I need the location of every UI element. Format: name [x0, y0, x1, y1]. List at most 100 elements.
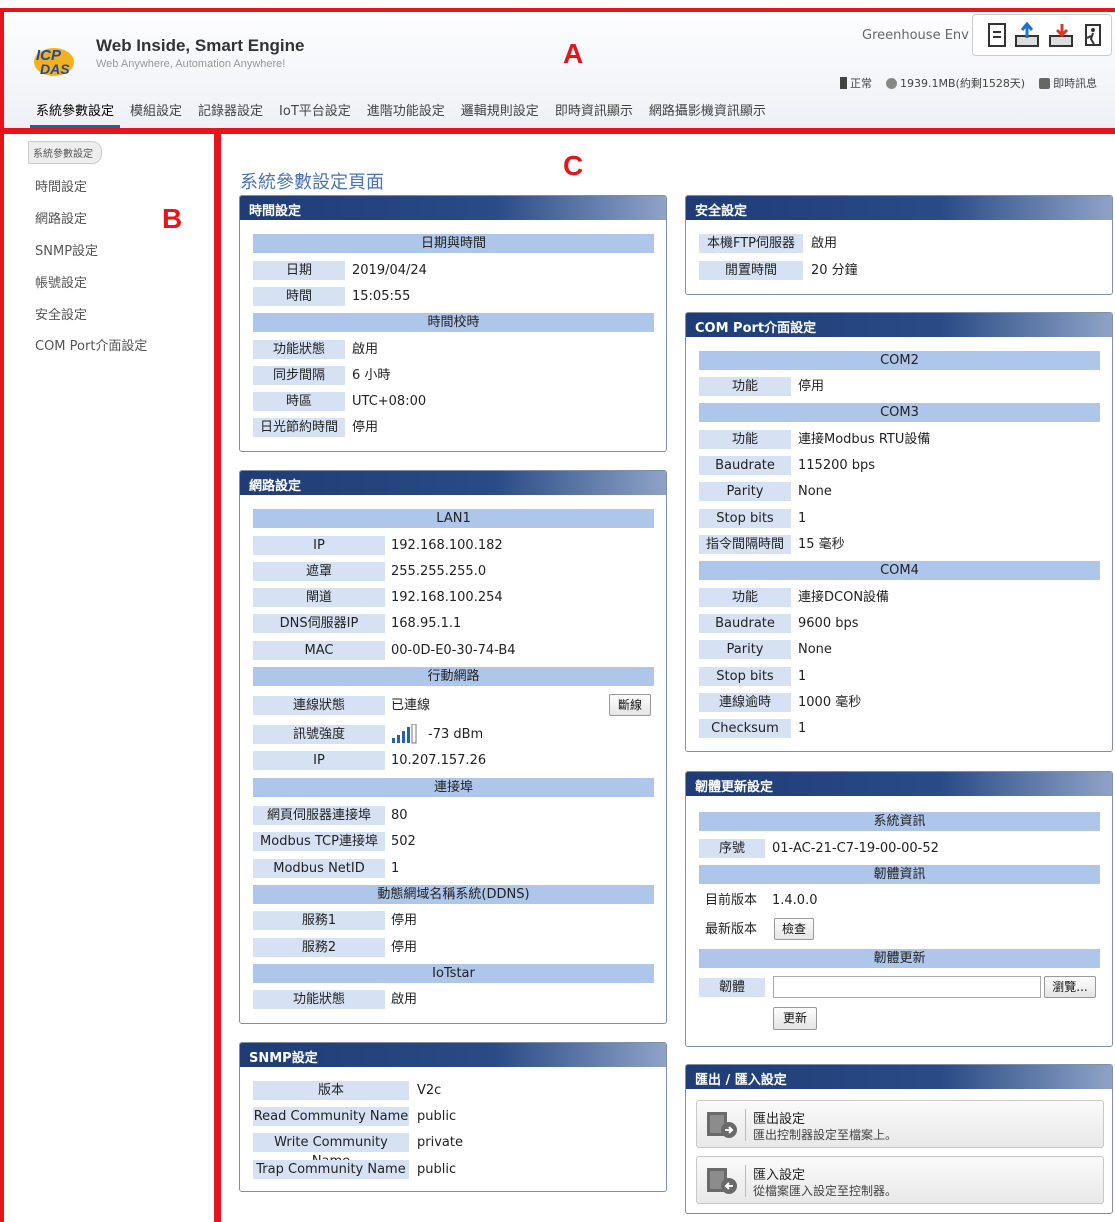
import-settings-button[interactable]: 匯入設定 從檔案匯入設定至控制器。	[696, 1156, 1104, 1204]
value: UTC+08:00	[352, 394, 427, 409]
value: 啟用	[811, 236, 838, 251]
label: Stop bits	[699, 509, 791, 528]
sidebar-item-security[interactable]: 安全設定	[35, 304, 87, 323]
label: 最新版本	[705, 922, 758, 937]
label: Parity	[699, 640, 791, 659]
label: 功能狀態	[253, 340, 345, 359]
section-header: 動態網域名稱系統(DDNS)	[253, 885, 654, 904]
nav-system[interactable]: 系統參數設定	[30, 100, 121, 128]
value: private	[417, 1135, 463, 1150]
label: 時區	[253, 392, 345, 411]
breadcrumb: 系統參數設定	[28, 141, 102, 164]
export-settings-button[interactable]: 匯出設定 匯出控制器設定至檔案上。	[696, 1100, 1104, 1148]
com-panel: COM Port介面設定 COM2 功能 停用 COM3 功能 連接Modbus…	[685, 312, 1113, 752]
label: 網頁伺服器連接埠	[253, 806, 385, 825]
label: Modbus TCP連接埠	[253, 832, 385, 851]
time-value: 15:05:55	[352, 289, 411, 304]
main-content: 系統參數設定頁面 時間設定 日期與時間 日期 2019/04/24 時間 15:…	[222, 131, 1115, 1222]
svg-text:DAS: DAS	[40, 61, 70, 77]
nav-logic[interactable]: 邏輯規則設定	[455, 100, 545, 128]
icpdas-logo[interactable]: ICP DAS	[32, 38, 88, 78]
value: 1	[798, 669, 807, 684]
panel-title: COM Port介面設定	[686, 313, 1112, 337]
nav-module[interactable]: 模組設定	[124, 100, 188, 128]
nav-camera[interactable]: 網路攝影機資訊顯示	[643, 100, 772, 128]
logout-icon[interactable]	[1078, 20, 1108, 50]
panel-title: 韌體更新設定	[686, 772, 1112, 796]
upload-icon[interactable]	[1012, 20, 1042, 50]
serial-value: 01-AC-21-C7-19-00-00-52	[772, 841, 939, 856]
label: Parity	[699, 482, 791, 501]
label: IP	[253, 536, 385, 555]
sidebar-item-account[interactable]: 帳號設定	[35, 272, 87, 291]
label: 功能	[699, 377, 791, 396]
label: 目前版本	[705, 893, 758, 908]
label: 功能	[699, 588, 791, 607]
document-icon[interactable]	[982, 20, 1012, 50]
update-button[interactable]: 更新	[773, 1007, 817, 1030]
section-header: 韌體資訊	[699, 865, 1100, 884]
value: 已連線	[391, 698, 431, 713]
sidebar-item-network[interactable]: 網路設定	[35, 208, 87, 227]
check-button[interactable]: 檢查	[774, 918, 814, 940]
panel-title: 網路設定	[240, 471, 666, 495]
label: IP	[253, 751, 385, 770]
label: 功能	[699, 430, 791, 449]
value: 115200 bps	[798, 458, 876, 473]
value: 15 毫秒	[798, 537, 845, 552]
value: public	[417, 1109, 457, 1124]
label: 閒置時間	[699, 261, 803, 280]
disk-icon	[886, 77, 897, 89]
value: 255.255.255.0	[391, 564, 487, 579]
section-header: COM2	[699, 351, 1100, 370]
panel-title: 時間設定	[240, 196, 666, 220]
value: 1	[798, 721, 807, 736]
label: 遮罩	[253, 562, 385, 581]
nav-iot[interactable]: IoT平台設定	[273, 100, 357, 128]
label: 閘道	[253, 588, 385, 607]
section-header: 行動網路	[253, 667, 654, 686]
section-header: 系統資訊	[699, 812, 1100, 831]
security-panel: 安全設定 本機FTP伺服器 啟用 閒置時間 20 分鐘	[685, 195, 1113, 295]
import-desc: 從檔案匯入設定至控制器。	[753, 1184, 898, 1198]
label: 同步間隔	[253, 366, 345, 385]
value: 啟用	[352, 342, 379, 357]
status-state: 正常	[850, 77, 872, 90]
sidebar-item-time[interactable]: 時間設定	[35, 176, 87, 195]
download-icon[interactable]	[1046, 20, 1076, 50]
browse-button[interactable]: 瀏覽...	[1044, 976, 1096, 998]
label: 日期	[253, 261, 345, 280]
nav-realtime[interactable]: 即時資訊顯示	[549, 100, 639, 128]
label: 時間	[253, 287, 345, 306]
label: Read Community Name	[253, 1107, 409, 1126]
value: 啟用	[391, 992, 418, 1007]
label: 版本	[253, 1081, 409, 1100]
value: 連接DCON設備	[798, 590, 890, 605]
section-header: COM4	[699, 561, 1100, 580]
status-bar: 正常 1939.1MB(約剩1528天) 即時訊息	[840, 75, 1105, 91]
message-text[interactable]: 即時訊息	[1053, 75, 1097, 91]
brand-subtitle: Web Anywhere, Automation Anywhere!	[96, 58, 286, 70]
label: Baudrate	[699, 456, 791, 475]
message-icon	[1039, 77, 1051, 89]
label: Write Community Name	[253, 1133, 409, 1169]
status-storage: 1939.1MB(約剩1528天)	[886, 75, 1025, 91]
import-title: 匯入設定	[753, 1168, 806, 1183]
section-header: 連接埠	[253, 778, 654, 797]
sidebar-item-com[interactable]: COM Port介面設定	[35, 335, 147, 354]
value: -73 dBm	[428, 727, 484, 742]
status-message[interactable]: 即時訊息	[1039, 75, 1097, 91]
export-desc: 匯出控制器設定至檔案上。	[753, 1128, 898, 1142]
value: 168.95.1.1	[391, 616, 462, 631]
nav-advanced[interactable]: 進階功能設定	[361, 100, 451, 128]
header: ICP DAS Web Inside, Smart Engine Web Any…	[0, 0, 1115, 131]
disconnect-button[interactable]: 斷線	[609, 694, 651, 716]
brand-title: Web Inside, Smart Engine	[96, 36, 305, 55]
annotation-label-b: B	[162, 203, 183, 234]
sidebar-item-snmp[interactable]: SNMP設定	[35, 240, 98, 259]
label: Trap Community Name	[253, 1160, 409, 1179]
current-version: 1.4.0.0	[772, 893, 818, 908]
sidebar: 系統參數設定 時間設定 網路設定 SNMP設定 帳號設定 安全設定 COM Po…	[0, 131, 217, 1222]
firmware-file-input[interactable]	[773, 976, 1041, 998]
nav-logger[interactable]: 記錄器設定	[192, 100, 269, 128]
